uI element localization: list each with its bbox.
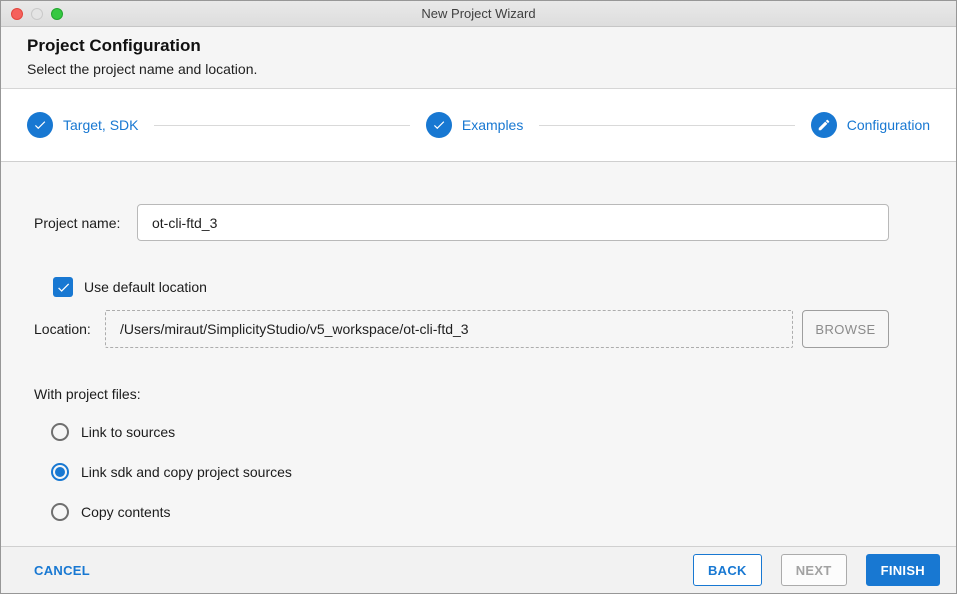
check-icon — [27, 112, 53, 138]
title-bar: New Project Wizard — [1, 1, 956, 27]
radio-label: Copy contents — [81, 504, 171, 520]
browse-button[interactable]: BROWSE — [802, 310, 889, 348]
form-content: Project name: Use default location Locat… — [1, 204, 956, 522]
radio-icon[interactable] — [51, 423, 69, 441]
step-label: Examples — [461, 117, 524, 133]
finish-button[interactable]: FINISH — [865, 554, 940, 586]
step-connector — [539, 124, 795, 126]
project-name-label: Project name: — [34, 214, 121, 231]
footer-buttons: BACK NEXT FINISH — [692, 554, 940, 586]
next-button[interactable]: NEXT — [780, 554, 847, 586]
radio-link-sdk-copy-sources[interactable]: Link sdk and copy project sources — [51, 462, 889, 482]
step-label: Configuration — [846, 117, 931, 133]
window-title: New Project Wizard — [421, 6, 536, 21]
project-name-row: Project name: — [34, 204, 889, 241]
location-input[interactable] — [105, 310, 793, 348]
radio-icon[interactable] — [51, 503, 69, 521]
project-name-input[interactable] — [137, 204, 889, 241]
step-examples[interactable]: Examples — [425, 112, 524, 138]
wizard-stepper: Target, SDK Examples Configuration — [1, 89, 956, 162]
radio-selected-icon[interactable] — [51, 463, 69, 481]
location-label: Location: — [34, 321, 91, 337]
wizard-header: Project Configuration Select the project… — [1, 27, 956, 89]
location-row: Location: BROWSE — [34, 310, 889, 348]
page-subtitle: Select the project name and location. — [27, 61, 258, 77]
use-default-location-label: Use default location — [84, 279, 207, 295]
radio-label: Link sdk and copy project sources — [81, 464, 292, 480]
cancel-button[interactable]: CANCEL — [34, 563, 90, 578]
step-configuration[interactable]: Configuration — [810, 112, 931, 138]
back-button[interactable]: BACK — [692, 554, 762, 586]
step-label: Target, SDK — [63, 117, 139, 133]
radio-link-to-sources[interactable]: Link to sources — [51, 422, 889, 442]
new-project-wizard-window: { "window": { "title": "New Project Wiza… — [0, 0, 957, 594]
pencil-icon — [810, 112, 837, 138]
wizard-footer: CANCEL BACK NEXT FINISH — [1, 546, 956, 593]
radio-copy-contents[interactable]: Copy contents — [51, 502, 889, 522]
radio-label: Link to sources — [81, 424, 176, 440]
check-icon — [57, 282, 69, 292]
use-default-location-row[interactable]: Use default location — [53, 277, 889, 297]
use-default-location-checkbox[interactable] — [53, 277, 73, 297]
step-connector — [154, 124, 410, 126]
step-target-sdk[interactable]: Target, SDK — [27, 112, 138, 138]
page-title: Project Configuration — [27, 36, 201, 55]
with-project-files-label: With project files: — [34, 386, 141, 402]
check-icon — [425, 112, 452, 138]
